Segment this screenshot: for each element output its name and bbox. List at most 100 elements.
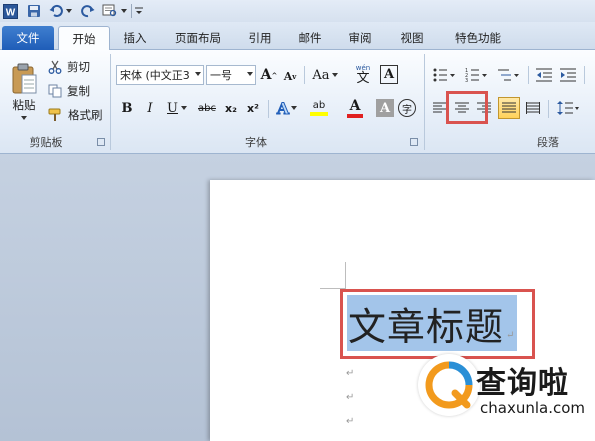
copy-icon [48,84,62,98]
grow-font-button[interactable]: A ^ [260,65,278,85]
subscript-icon: x₂ [225,101,237,115]
multilevel-list-button[interactable] [494,65,522,85]
tab-review[interactable]: 审阅 [338,26,382,50]
font-dialog-launcher[interactable] [410,138,418,146]
distributed-icon [526,102,540,114]
grow-font-caret: ^ [271,70,278,80]
tab-page-layout[interactable]: 页面布局 [162,26,234,50]
highlight-icon: ab [312,100,326,111]
print-preview-button[interactable] [101,2,119,20]
highlight-color-bar [310,112,328,116]
print-preview-icon [102,4,117,17]
strikethrough-icon: abc [198,102,216,114]
highlight-color-button[interactable]: ab [304,97,334,119]
watermark-name: 查询啦 [476,366,569,401]
font-group-label: 字体 [245,136,267,149]
paragraph-toolbar-separator [584,66,585,84]
decrease-indent-icon [536,68,552,82]
paragraph-mark: ↵ [346,368,355,379]
change-case-icon: Aa [312,67,330,83]
character-shading-icon: A [379,100,391,116]
italic-icon: I [147,100,153,116]
chevron-down-icon [247,72,253,76]
line-spacing-icon [557,101,579,115]
redo-button[interactable] [80,2,96,20]
undo-dropdown[interactable] [65,2,73,20]
justify-icon [502,102,516,113]
phonetic-guide-button[interactable]: wén 文 [352,63,374,85]
text-effects-button[interactable]: A [274,97,300,119]
font-toolbar-separator [304,66,305,84]
chevron-down-icon [180,106,187,110]
cut-button[interactable]: 剪切 [48,58,90,76]
tab-references[interactable]: 引用 [238,26,282,50]
align-left-icon [433,102,447,113]
bullets-button[interactable] [430,65,458,85]
font-color-bar [347,113,363,118]
font-color-icon: A [349,97,361,114]
underline-button[interactable]: U [164,98,190,118]
shrink-font-caret: v [292,71,297,81]
word-app-icon[interactable]: W [2,2,18,20]
shrink-font-icon: A [283,69,293,83]
paragraph-mark: ↵ [346,392,355,403]
font-color-button[interactable]: A [340,97,370,119]
change-case-button[interactable]: Aa [310,65,340,85]
ribbon-tab-bar: 文件 开始 插入 页面布局 引用 邮件 审阅 视图 特色功能 [0,22,595,51]
grow-font-icon: A [260,67,272,83]
justify-button[interactable] [498,97,520,119]
numbering-icon: 123 [465,68,487,82]
increase-indent-button[interactable] [558,65,578,85]
redo-icon [81,5,95,18]
chevron-down-icon [66,9,72,13]
save-icon [28,5,40,17]
italic-button[interactable]: I [141,98,159,118]
font-size-combo[interactable]: 一号 [206,65,256,85]
character-border-button[interactable]: A [380,65,398,84]
line-spacing-button[interactable] [554,98,582,118]
chevron-down-icon [291,106,298,110]
customize-icon [135,7,143,14]
character-shading-button[interactable]: A [376,99,394,117]
font-name-combo[interactable]: 宋体 (中文正3 [116,65,204,85]
font-size-value: 一号 [210,69,232,82]
tab-mailings[interactable]: 邮件 [288,26,332,50]
group-separator [110,54,111,150]
decrease-indent-button[interactable] [534,65,554,85]
save-button[interactable] [26,2,42,20]
tab-insert[interactable]: 插入 [112,26,158,50]
svg-text:3: 3 [465,78,468,82]
strikethrough-button[interactable]: abc [196,98,218,118]
tab-special-features[interactable]: 特色功能 [442,26,514,50]
copy-button[interactable]: 复制 [48,82,90,100]
tab-file[interactable]: 文件 [2,26,54,50]
qat-more-button[interactable] [134,2,144,20]
paragraph-mark: ↵ [346,416,355,427]
superscript-icon: x² [247,101,259,115]
watermark-url: chaxunla.com [480,399,585,417]
superscript-button[interactable]: x² [244,98,262,118]
tab-home[interactable]: 开始 [58,26,110,51]
font-name-value: 宋体 (中文正3 [120,69,190,82]
numbering-button[interactable]: 123 [462,65,490,85]
enclose-characters-button[interactable]: 字 [398,99,416,117]
site-watermark: 查询啦 chaxunla.com [412,350,595,441]
chevron-down-icon [121,9,127,13]
phonetic-guide-char: 文 [356,70,370,86]
qat-customize-dropdown[interactable] [120,2,128,20]
clipboard-dialog-launcher[interactable] [97,138,105,146]
bold-button[interactable]: B [118,98,136,118]
paste-button[interactable]: 粘贴 [6,56,42,126]
align-center-highlight-box [446,91,488,124]
format-painter-button[interactable]: 格式刷 [48,106,103,124]
subscript-button[interactable]: x₂ [222,98,240,118]
distributed-button[interactable] [523,98,543,118]
ribbon-home: 粘贴 剪切 复制 格式刷 剪贴板 宋体 (中文正3 一号 A ^ A v Aa … [0,50,595,154]
underline-icon: U [167,100,178,116]
shrink-font-button[interactable]: Av [282,67,298,85]
format-painter-icon [48,108,61,121]
chevron-down-icon [331,73,338,77]
quick-access-toolbar: W [0,0,595,22]
tab-view[interactable]: 视图 [390,26,434,50]
undo-button[interactable] [48,2,64,20]
